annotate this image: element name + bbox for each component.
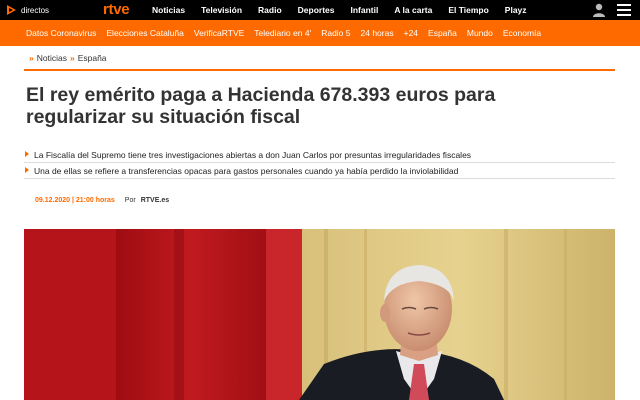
- summary-item: Una de ellas se refiere a transferencias…: [24, 163, 615, 179]
- directos-label: directos: [21, 5, 50, 15]
- nav-item-a-la-carta[interactable]: A la carta: [394, 5, 432, 15]
- main-nav: Noticias Televisión Radio Deportes Infan…: [152, 0, 543, 20]
- subnav-item-telediario[interactable]: Telediario en 4': [254, 28, 311, 38]
- nav-item-el-tiempo[interactable]: El Tiempo: [448, 5, 488, 15]
- nav-item-television[interactable]: Televisión: [201, 5, 242, 15]
- nav-item-noticias[interactable]: Noticias: [152, 5, 185, 15]
- nav-item-deportes[interactable]: Deportes: [298, 5, 335, 15]
- headline-line-1: El rey emérito paga a Hacienda 678.393 e…: [26, 84, 496, 106]
- publish-date: 09.12.2020 | 21:00 horas: [35, 196, 115, 204]
- bullet-arrow-icon: [25, 151, 29, 157]
- byline-prefix: Por: [124, 196, 136, 204]
- summary-text: Una de ellas se refiere a transferencias…: [34, 165, 459, 176]
- user-icon[interactable]: [592, 3, 606, 17]
- breadcrumb: » Noticias » España: [26, 51, 107, 65]
- bullet-arrow-icon: [25, 167, 29, 173]
- breadcrumb-separator: »: [69, 53, 75, 63]
- rtve-logo[interactable]: rtve: [103, 1, 130, 19]
- play-icon: [7, 5, 16, 15]
- nav-item-playz[interactable]: Playz: [505, 5, 527, 15]
- nav-item-radio[interactable]: Radio: [258, 5, 282, 15]
- byline-author[interactable]: RTVE.es: [141, 197, 169, 204]
- subnav-item-verificartve[interactable]: VerificaRTVE: [194, 28, 244, 38]
- top-navigation-bar: directos rtve Noticias Televisión Radio …: [0, 0, 640, 20]
- breadcrumb-item-noticias[interactable]: Noticias: [37, 53, 67, 63]
- section-nav: Datos Coronavirus Elecciones Cataluña Ve…: [26, 20, 551, 46]
- subnav-item-espana[interactable]: España: [428, 28, 457, 38]
- article-photo: [24, 229, 615, 400]
- subnav-item-mundo[interactable]: Mundo: [467, 28, 493, 38]
- subnav-item-radio-5[interactable]: Radio 5: [321, 28, 350, 38]
- nav-item-infantil[interactable]: Infantil: [351, 5, 379, 15]
- breadcrumb-item-espana[interactable]: España: [78, 53, 107, 63]
- menu-icon[interactable]: [617, 4, 631, 16]
- directos-link[interactable]: directos: [6, 0, 49, 20]
- summary-item: La Fiscalía del Supremo tiene tres inves…: [24, 147, 615, 163]
- subnav-item-elecciones-cataluna[interactable]: Elecciones Cataluña: [106, 28, 184, 38]
- subnav-item-economia[interactable]: Economía: [503, 28, 541, 38]
- subnav-item-datos-coronavirus[interactable]: Datos Coronavirus: [26, 28, 96, 38]
- subnav-item-24-horas[interactable]: 24 horas: [361, 28, 394, 38]
- headline-line-2: regularizar su situación fiscal: [26, 106, 301, 128]
- article-summary: La Fiscalía del Supremo tiene tres inves…: [24, 147, 615, 179]
- article-headline: El rey emérito paga a Hacienda 678.393 e…: [26, 84, 586, 128]
- article-meta: 09.12.2020 | 21:00 horas Por RTVE.es: [35, 195, 169, 205]
- photo-illustration: [24, 229, 615, 400]
- section-navigation-bar: Datos Coronavirus Elecciones Cataluña Ve…: [0, 20, 640, 46]
- subnav-item-plus-24[interactable]: +24: [404, 28, 418, 38]
- breadcrumb-separator: »: [29, 53, 34, 63]
- summary-text: La Fiscalía del Supremo tiene tres inves…: [34, 149, 472, 160]
- breadcrumb-divider: [24, 69, 615, 71]
